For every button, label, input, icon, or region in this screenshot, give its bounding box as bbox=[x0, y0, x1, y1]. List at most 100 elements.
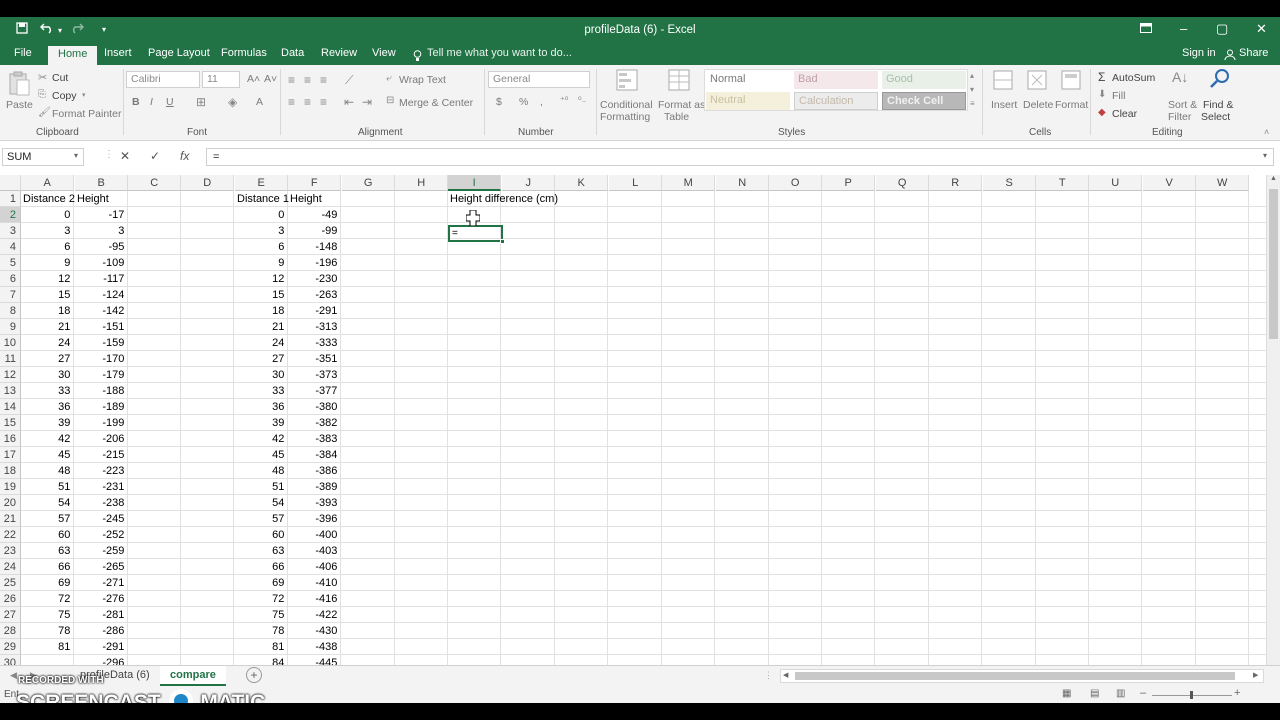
row-header-28[interactable]: 28 bbox=[0, 623, 21, 639]
cell-b12[interactable]: -179 bbox=[77, 367, 124, 383]
scroll-right-icon[interactable]: ▶ bbox=[1253, 671, 1258, 679]
row-header-14[interactable]: 14 bbox=[0, 399, 21, 415]
cell-e22[interactable]: 60 bbox=[237, 527, 284, 543]
cell-f19[interactable]: -389 bbox=[290, 479, 337, 495]
row-header-5[interactable]: 5 bbox=[0, 255, 21, 271]
cell-e21[interactable]: 57 bbox=[237, 511, 284, 527]
column-header-b[interactable]: B bbox=[75, 175, 129, 191]
cell-a28[interactable]: 78 bbox=[23, 623, 70, 639]
cell-e1[interactable]: Distance 1 bbox=[237, 191, 289, 207]
cell-a13[interactable]: 33 bbox=[23, 383, 70, 399]
find-select-button[interactable]: Find & bbox=[1203, 99, 1233, 111]
cell-e6[interactable]: 12 bbox=[237, 271, 284, 287]
decrease-decimal-icon[interactable]: ⁰₋ bbox=[578, 95, 586, 106]
row-header-12[interactable]: 12 bbox=[0, 367, 21, 383]
maximize-button[interactable]: ▢ bbox=[1216, 21, 1228, 37]
style-good[interactable]: Good bbox=[882, 71, 966, 89]
add-sheet-button[interactable]: + bbox=[246, 667, 262, 683]
close-button[interactable]: ✕ bbox=[1256, 21, 1267, 37]
font-color-icon[interactable]: A bbox=[256, 96, 263, 108]
fill-handle[interactable] bbox=[500, 239, 505, 244]
cell-b20[interactable]: -238 bbox=[77, 495, 124, 511]
column-header-c[interactable]: C bbox=[128, 175, 182, 191]
cell-a30[interactable] bbox=[23, 655, 70, 665]
tell-me-search[interactable]: Tell me what you want to do... bbox=[427, 47, 572, 59]
copy-dropdown-icon[interactable]: ▾ bbox=[82, 91, 86, 99]
cell-a24[interactable]: 66 bbox=[23, 559, 70, 575]
row-header-29[interactable]: 29 bbox=[0, 639, 21, 655]
cell-b28[interactable]: -286 bbox=[77, 623, 124, 639]
cell-a4[interactable]: 6 bbox=[23, 239, 70, 255]
cell-e19[interactable]: 51 bbox=[237, 479, 284, 495]
cell-e24[interactable]: 66 bbox=[237, 559, 284, 575]
cell-f3[interactable]: -99 bbox=[290, 223, 337, 239]
vertical-scroll-thumb[interactable] bbox=[1269, 189, 1278, 339]
column-header-s[interactable]: S bbox=[983, 175, 1037, 191]
row-header-21[interactable]: 21 bbox=[0, 511, 21, 527]
borders-icon[interactable]: ⊞ bbox=[196, 95, 206, 109]
row-header-9[interactable]: 9 bbox=[0, 319, 21, 335]
minimize-button[interactable]: – bbox=[1180, 21, 1187, 36]
cell-b10[interactable]: -159 bbox=[77, 335, 124, 351]
style-check-cell[interactable]: Check Cell bbox=[882, 92, 966, 110]
autosum-button[interactable]: AutoSum bbox=[1112, 72, 1155, 84]
tab-file[interactable]: File bbox=[14, 47, 32, 59]
cell-f20[interactable]: -393 bbox=[290, 495, 337, 511]
cell-a14[interactable]: 36 bbox=[23, 399, 70, 415]
cell-f15[interactable]: -382 bbox=[290, 415, 337, 431]
expand-formula-bar-icon[interactable]: ▾ bbox=[1263, 151, 1267, 160]
percent-button[interactable]: % bbox=[519, 96, 528, 108]
cell-a20[interactable]: 54 bbox=[23, 495, 70, 511]
cell-f7[interactable]: -263 bbox=[290, 287, 337, 303]
sheet-tab-compare[interactable]: compare bbox=[160, 666, 226, 686]
cell-e17[interactable]: 45 bbox=[237, 447, 284, 463]
cell-b5[interactable]: -109 bbox=[77, 255, 124, 271]
italic-button[interactable]: I bbox=[150, 96, 153, 108]
style-calculation[interactable]: Calculation bbox=[794, 92, 878, 110]
share-icon[interactable] bbox=[1224, 48, 1236, 66]
row-header-30[interactable]: 30 bbox=[0, 655, 21, 665]
sign-in-link[interactable]: Sign in bbox=[1182, 47, 1216, 59]
clear-button[interactable]: Clear bbox=[1112, 108, 1137, 120]
cell-f14[interactable]: -380 bbox=[290, 399, 337, 415]
scroll-left-icon[interactable]: ◀ bbox=[783, 671, 788, 679]
cell-b2[interactable]: -17 bbox=[77, 207, 124, 223]
tab-page-layout[interactable]: Page Layout bbox=[148, 47, 210, 59]
cancel-entry-button[interactable]: ✕ bbox=[120, 149, 130, 163]
name-box-dropdown-icon[interactable]: ▾ bbox=[74, 151, 78, 160]
row-header-3[interactable]: 3 bbox=[0, 223, 21, 239]
horizontal-scrollbar[interactable]: ◀ ▶ bbox=[780, 669, 1264, 683]
cell-a1[interactable]: Distance 2 bbox=[23, 191, 75, 207]
cell-b4[interactable]: -95 bbox=[77, 239, 124, 255]
cell-a3[interactable]: 3 bbox=[23, 223, 70, 239]
fill-color-icon[interactable]: ◈ bbox=[228, 95, 237, 109]
cell-e8[interactable]: 18 bbox=[237, 303, 284, 319]
format-painter-button[interactable]: Format Painter bbox=[52, 108, 121, 120]
row-header-4[interactable]: 4 bbox=[0, 239, 21, 255]
row-header-26[interactable]: 26 bbox=[0, 591, 21, 607]
copy-button[interactable]: Copy bbox=[52, 90, 77, 102]
cell-f24[interactable]: -406 bbox=[290, 559, 337, 575]
delete-button[interactable]: Delete bbox=[1023, 99, 1053, 111]
style-bad[interactable]: Bad bbox=[794, 71, 878, 89]
row-header-24[interactable]: 24 bbox=[0, 559, 21, 575]
cell-a27[interactable]: 75 bbox=[23, 607, 70, 623]
column-header-w[interactable]: W bbox=[1196, 175, 1250, 191]
cell-e11[interactable]: 27 bbox=[237, 351, 284, 367]
increase-indent-icon[interactable]: ⇥ bbox=[362, 95, 372, 109]
row-header-1[interactable]: 1 bbox=[0, 191, 21, 207]
cell-f28[interactable]: -430 bbox=[290, 623, 337, 639]
increase-decimal-icon[interactable]: ⁺⁰ bbox=[560, 95, 568, 106]
row-header-7[interactable]: 7 bbox=[0, 287, 21, 303]
cell-f8[interactable]: -291 bbox=[290, 303, 337, 319]
cell-a21[interactable]: 57 bbox=[23, 511, 70, 527]
cell-f11[interactable]: -351 bbox=[290, 351, 337, 367]
enter-button[interactable]: ✓ bbox=[150, 149, 160, 163]
align-right-icon[interactable]: ≡ bbox=[320, 95, 327, 109]
cell-a15[interactable]: 39 bbox=[23, 415, 70, 431]
column-header-u[interactable]: U bbox=[1089, 175, 1143, 191]
cell-f1[interactable]: Height bbox=[290, 191, 322, 207]
cell-a7[interactable]: 15 bbox=[23, 287, 70, 303]
page-break-view-icon[interactable]: ▥ bbox=[1116, 688, 1125, 699]
cell-e26[interactable]: 72 bbox=[237, 591, 284, 607]
